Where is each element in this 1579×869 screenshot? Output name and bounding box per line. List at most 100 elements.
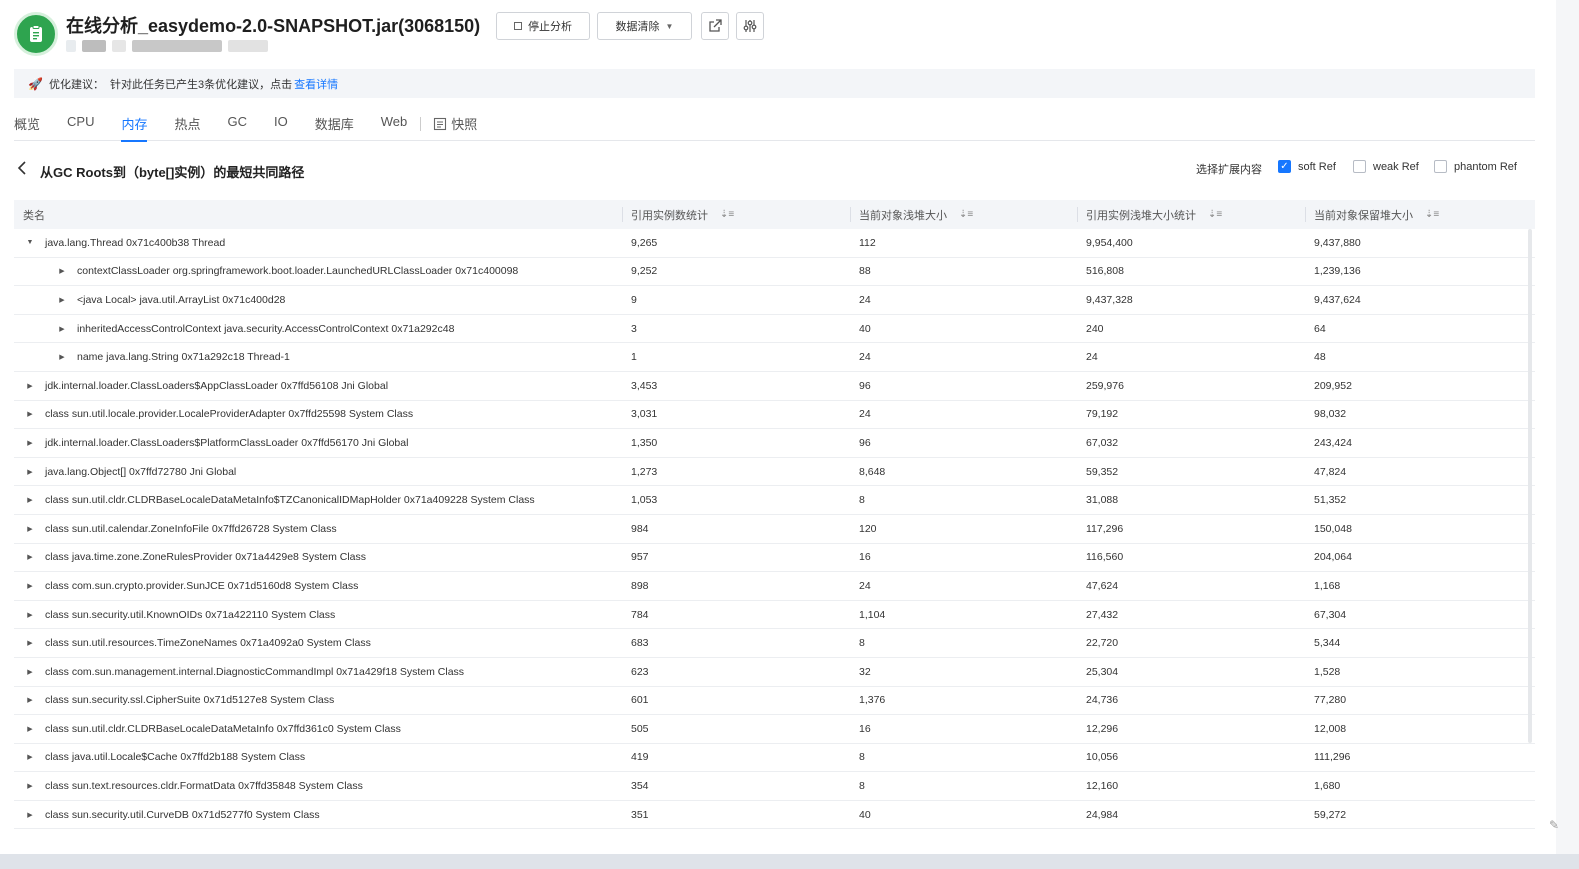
weak-ref-checkbox[interactable]: weak Ref (1353, 160, 1419, 173)
stop-analysis-button[interactable]: 停止分析 (496, 12, 590, 40)
cell-c3: 22,720 (1086, 637, 1119, 650)
cell-class-name: ▶ class com.sun.management.internal.Diagn… (14, 666, 622, 678)
table-row[interactable]: ▶ jdk.internal.loader.ClassLoaders$Platfo… (14, 429, 1535, 458)
table-row[interactable]: ▶ class sun.util.locale.provider.LocalePr… (14, 401, 1535, 430)
tab-hotspot[interactable]: 热点 (174, 106, 200, 141)
table-row[interactable]: ▶ class java.time.zone.ZoneRulesProvider … (14, 544, 1535, 573)
caret-right-icon[interactable]: ▶ (24, 611, 36, 619)
tab-cpu[interactable]: CPU (67, 106, 94, 141)
table-row[interactable]: ▶ class com.sun.crypto.provider.SunJCE 0x… (14, 572, 1535, 601)
tab-overview[interactable]: 概览 (14, 106, 40, 141)
edit-icon[interactable]: ✎ (1549, 818, 1563, 832)
class-name-text: class sun.text.resources.cldr.FormatData… (45, 780, 363, 793)
cell-class-name: ▶ contextClassLoader org.springframework.… (14, 265, 622, 277)
class-name-text: class java.time.zone.ZoneRulesProvider 0… (45, 551, 366, 564)
cell-c1: 354 (631, 780, 649, 793)
sort-icon[interactable]: ⇣≡ (720, 209, 734, 220)
class-name-text: class sun.util.resources.TimeZoneNames 0… (45, 637, 371, 650)
cell-c4: 9,437,624 (1314, 293, 1361, 306)
caret-right-icon[interactable]: ▶ (56, 267, 68, 275)
table-row[interactable]: ▶ inheritedAccessControlContext java.secu… (14, 315, 1535, 344)
caret-right-icon[interactable]: ▶ (24, 782, 36, 790)
table-row[interactable]: ▶ class sun.util.calendar.ZoneInfoFile 0x… (14, 515, 1535, 544)
caret-right-icon[interactable]: ▶ (24, 753, 36, 761)
subtitle-redacted (66, 40, 268, 52)
caret-right-icon[interactable]: ▶ (24, 468, 36, 476)
class-name-text: class java.util.Locale$Cache 0x7ffd2b188… (45, 751, 306, 764)
table-row[interactable]: ▶ class sun.security.util.CurveDB 0x71d52… (14, 801, 1535, 830)
caret-right-icon[interactable]: ▶ (24, 811, 36, 819)
caret-down-icon[interactable]: ▼ (24, 239, 36, 246)
cell-c1: 3,031 (631, 408, 658, 421)
sort-icon[interactable]: ⇣≡ (959, 209, 973, 220)
vertical-scrollbar[interactable] (1528, 229, 1532, 743)
caret-right-icon[interactable]: ▶ (24, 439, 36, 447)
column-header-ref-shallow-total[interactable]: 引用实例浅堆大小统计 ⇣≡ (1077, 200, 1305, 229)
column-header-shallow-size[interactable]: 当前对象浅堆大小 ⇣≡ (850, 200, 1077, 229)
table-row[interactable]: ▶ class sun.util.cldr.CLDRBaseLocaleDataM… (14, 486, 1535, 515)
caret-right-icon[interactable]: ▶ (24, 639, 36, 647)
table-row[interactable]: ▶ contextClassLoader org.springframework.… (14, 258, 1535, 287)
export-button[interactable] (701, 12, 729, 40)
checkbox-box (1434, 160, 1447, 173)
view-details-link[interactable]: 查看详情 (294, 76, 338, 92)
cell-c3: 116,560 (1086, 551, 1124, 564)
cell-c1: 1 (631, 351, 637, 364)
caret-right-icon[interactable]: ▶ (24, 410, 36, 418)
caret-right-icon[interactable]: ▶ (56, 325, 68, 333)
table-row[interactable]: ▶ name java.lang.String 0x71a292c18 Threa… (14, 343, 1535, 372)
cell-c3: 10,056 (1086, 751, 1119, 764)
cell-c2: 24 (859, 408, 871, 421)
external-link-icon (709, 19, 722, 32)
table-row[interactable]: ▶ class sun.security.util.KnownOIDs 0x71a… (14, 601, 1535, 630)
column-header-retained-size[interactable]: 当前对象保留堆大小 ⇣≡ (1305, 200, 1535, 229)
caret-right-icon[interactable]: ▶ (24, 582, 36, 590)
cell-c4: 48 (1314, 351, 1326, 364)
table-row[interactable]: ▶ java.lang.Object[] 0x7ffd72780 Jni Glob… (14, 458, 1535, 487)
tab-web[interactable]: Web (381, 106, 408, 141)
class-name-text: name java.lang.String 0x71a292c18 Thread… (77, 351, 290, 364)
clear-data-dropdown[interactable]: 数据清除 ▼ (597, 12, 692, 40)
tab-divider (420, 117, 422, 131)
cell-class-name: ▶ name java.lang.String 0x71a292c18 Threa… (14, 351, 622, 363)
stop-analysis-label: 停止分析 (528, 21, 572, 33)
caret-right-icon[interactable]: ▶ (24, 725, 36, 733)
table-row[interactable]: ▶ class sun.util.resources.TimeZoneNames … (14, 629, 1535, 658)
caret-right-icon[interactable]: ▶ (24, 668, 36, 676)
cell-c2: 1,376 (859, 694, 886, 707)
tab-snapshot[interactable]: 快照 (433, 106, 477, 141)
horizontal-scrollbar[interactable] (0, 854, 1579, 869)
sort-icon[interactable]: ⇣≡ (1425, 209, 1439, 220)
caret-right-icon[interactable]: ▶ (56, 296, 68, 304)
tab-gc[interactable]: GC (228, 106, 248, 141)
table-row[interactable]: ▶ <java Local> java.util.ArrayList 0x71c4… (14, 286, 1535, 315)
soft-ref-checkbox[interactable]: ✓ soft Ref (1278, 160, 1336, 173)
caret-right-icon[interactable]: ▶ (24, 525, 36, 533)
sort-icon[interactable]: ⇣≡ (1208, 209, 1222, 220)
caret-right-icon[interactable]: ▶ (24, 553, 36, 561)
tab-database[interactable]: 数据库 (315, 106, 354, 141)
table-row[interactable]: ▶ class java.util.Locale$Cache 0x7ffd2b18… (14, 744, 1535, 773)
cell-class-name: ▶ class sun.util.locale.provider.LocalePr… (14, 408, 622, 420)
tab-memory[interactable]: 内存 (121, 106, 148, 142)
table-row[interactable]: ▶ jdk.internal.loader.ClassLoaders$AppCla… (14, 372, 1535, 401)
table-row[interactable]: ▶ class sun.text.resources.cldr.FormatDat… (14, 772, 1535, 801)
caret-right-icon[interactable]: ▶ (24, 496, 36, 504)
settings-button[interactable] (736, 12, 764, 40)
table-body: ▼ java.lang.Thread 0x71c400b38 Thread 9,26… (14, 229, 1535, 859)
class-name-text: class com.sun.crypto.provider.SunJCE 0x7… (45, 579, 359, 592)
column-header-ref-count[interactable]: 引用实例数统计 ⇣≡ (622, 200, 850, 229)
cell-c4: 12,008 (1314, 722, 1347, 735)
table-row[interactable]: ▼ java.lang.Thread 0x71c400b38 Thread 9,26… (14, 229, 1535, 258)
table-row[interactable]: ▶ class com.sun.management.internal.Diagn… (14, 658, 1535, 687)
cell-class-name: ▶ class sun.util.resources.TimeZoneNames … (14, 637, 622, 649)
phantom-ref-checkbox[interactable]: phantom Ref (1434, 160, 1517, 173)
back-chevron-icon[interactable] (16, 160, 28, 181)
app-logo (14, 12, 58, 56)
caret-right-icon[interactable]: ▶ (56, 353, 68, 361)
table-row[interactable]: ▶ class sun.util.cldr.CLDRBaseLocaleDataM… (14, 715, 1535, 744)
caret-right-icon[interactable]: ▶ (24, 382, 36, 390)
caret-right-icon[interactable]: ▶ (24, 696, 36, 704)
table-row[interactable]: ▶ class sun.security.ssl.CipherSuite 0x71… (14, 687, 1535, 716)
tab-io[interactable]: IO (274, 106, 288, 141)
